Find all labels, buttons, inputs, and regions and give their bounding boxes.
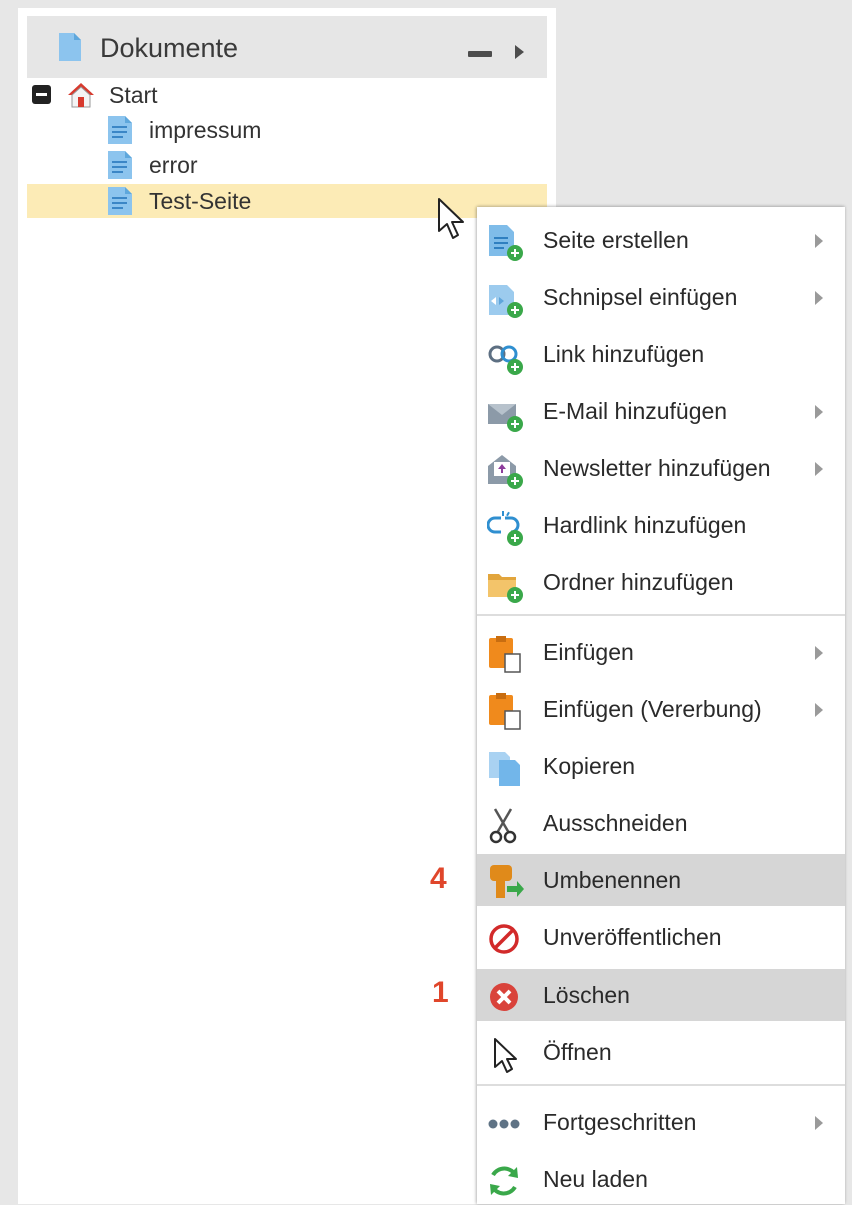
mouse-cursor-icon [438,198,464,239]
menu-item-label: Newsletter hinzufügen [543,455,771,481]
menu-separator [477,1084,845,1086]
menu-item-umbenennen[interactable]: Umbenennen [477,854,845,906]
submenu-arrow-icon [815,646,823,660]
menu-item-label: Seite erstellen [543,227,689,253]
menu-item-label: Öffnen [543,1039,612,1065]
open-cursor-icon [494,1038,517,1073]
menu-item-ausschneiden[interactable]: Ausschneiden [477,797,845,849]
submenu-arrow-icon [815,291,823,305]
collapse-minus-icon[interactable] [32,85,51,104]
menu-item-label: Einfügen (Vererbung) [543,696,762,722]
menu-item-label: Ordner hinzufügen [543,569,734,595]
context-menu: Seite erstellen Schnipsel einfügen Link … [477,207,845,1204]
menu-item-newsletter-hinzufuegen[interactable]: Newsletter hinzufügen [477,442,845,494]
menu-item-einfuegen-vererbung[interactable]: Einfügen (Vererbung) [477,683,845,735]
menu-item-label: Kopieren [543,753,636,779]
menu-item-label: Neu laden [543,1166,648,1192]
document-icon [59,33,81,61]
tree-item-label: Test-Seite [149,188,252,214]
menu-item-label: Ausschneiden [543,810,688,836]
menu-item-einfuegen[interactable]: Einfügen [477,626,845,678]
reload-icon [490,1166,518,1196]
email-add-icon [488,404,523,432]
menu-item-schnipsel-einfuegen[interactable]: Schnipsel einfügen [477,271,845,323]
submenu-arrow-icon [815,1116,823,1130]
menu-separator [477,614,845,616]
menu-item-fortgeschritten[interactable]: Fortgeschritten [477,1096,845,1148]
page-icon [108,151,132,179]
paste-icon [489,636,521,673]
tree-item-start[interactable]: Start [27,78,547,112]
menu-item-label: Link hinzufügen [543,341,705,367]
menu-item-seite-erstellen[interactable]: Seite erstellen [477,214,845,266]
tree-item-label: Start [109,82,158,108]
tree-item-impressum[interactable]: impressum [27,113,547,147]
menu-item-hardlink-hinzufuegen[interactable]: Hardlink hinzufügen [477,499,845,551]
newsletter-add-icon [488,455,523,489]
page-add-icon [489,225,523,261]
annotation-step-1: 1 [432,976,449,1009]
menu-item-oeffnen[interactable]: Öffnen [477,1026,845,1078]
menu-item-ordner-hinzufuegen[interactable]: Ordner hinzufügen [477,556,845,608]
page-icon [108,116,132,144]
documents-panel: Dokumente Start impressum error Test-Sei… [18,8,556,1204]
snippet-add-icon [489,285,523,318]
menu-item-label: Hardlink hinzufügen [543,512,747,538]
menu-item-unveroeffentlichen[interactable]: Unveröffentlichen [477,911,845,963]
home-icon [68,83,94,108]
more-dots-icon [488,1119,520,1129]
submenu-arrow-icon [815,462,823,476]
menu-item-label: Unveröffentlichen [543,924,722,950]
delete-icon [490,983,518,1011]
link-add-icon [488,345,523,375]
page-icon [108,187,132,215]
menu-item-label: Fortgeschritten [543,1109,697,1135]
menu-item-loeschen[interactable]: Löschen [477,969,845,1021]
submenu-arrow-icon [815,703,823,717]
tree-item-error[interactable]: error [27,148,547,182]
panel-title: Dokumente [100,33,239,63]
unpublish-icon [489,924,519,954]
tree-item-label: impressum [149,117,262,143]
chevron-right-icon[interactable] [515,45,524,59]
panel-header[interactable]: Dokumente [27,16,547,78]
folder-add-icon [488,574,523,603]
menu-item-kopieren[interactable]: Kopieren [477,740,845,792]
rename-key-icon [490,865,524,898]
annotation-step-4: 4 [430,862,447,895]
menu-item-link-hinzufuegen[interactable]: Link hinzufügen [477,328,845,380]
submenu-arrow-icon [815,234,823,248]
menu-item-neu-laden[interactable]: Neu laden [477,1153,845,1205]
minimize-icon[interactable] [468,51,492,57]
paste-inheritance-icon [489,693,521,730]
submenu-arrow-icon [815,405,823,419]
menu-item-email-hinzufuegen[interactable]: E-Mail hinzufügen [477,385,845,437]
copy-icon [489,752,520,786]
menu-item-label: Einfügen [543,639,634,665]
scissors-icon [489,808,517,844]
menu-item-label: Umbenennen [543,867,682,893]
tree-item-label: error [149,152,198,178]
menu-item-label: Schnipsel einfügen [543,284,738,310]
menu-item-label: E-Mail hinzufügen [543,398,728,424]
menu-item-label: Löschen [543,982,630,1008]
tree-item-test-seite[interactable]: Test-Seite [27,184,547,218]
hardlink-add-icon [487,511,523,546]
